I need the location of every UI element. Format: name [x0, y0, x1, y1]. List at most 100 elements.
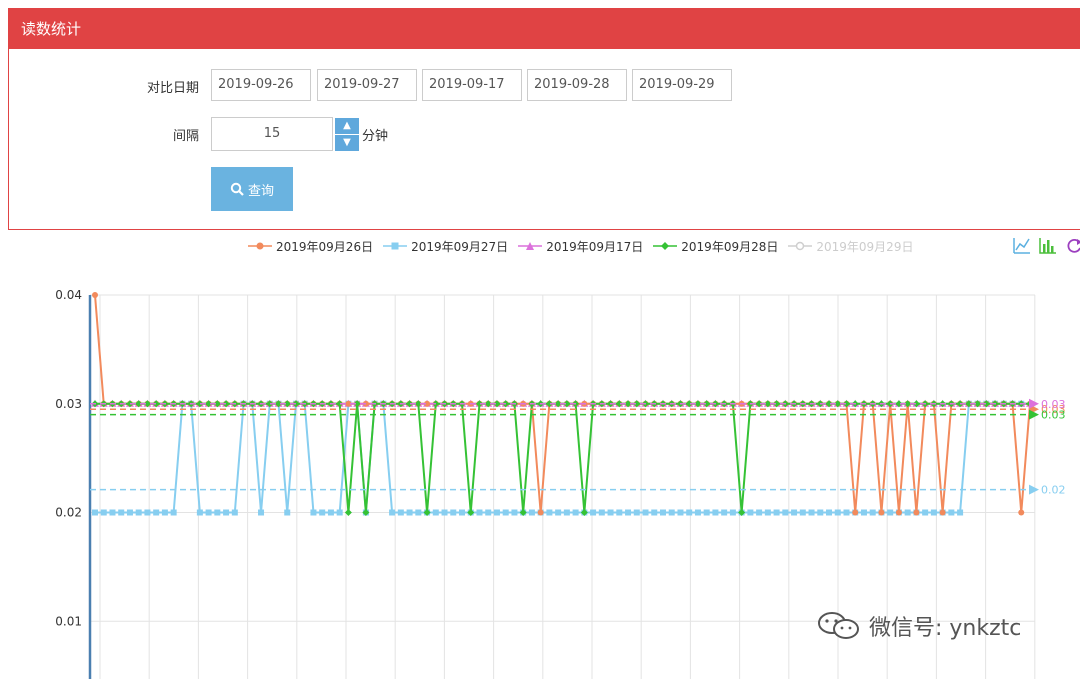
data-point	[729, 509, 736, 516]
interval-increment-button[interactable]: ▲	[335, 118, 359, 134]
interval-decrement-button[interactable]: ▼	[335, 135, 359, 151]
data-point	[826, 509, 833, 516]
data-point	[913, 509, 920, 516]
legend-item-series-4[interactable]: 2019年09月28日	[653, 238, 778, 254]
average-label: 0.03	[1041, 409, 1066, 422]
data-point	[694, 509, 701, 516]
data-point	[336, 509, 343, 516]
data-point	[860, 509, 867, 516]
data-point	[555, 509, 562, 516]
data-point	[808, 509, 815, 516]
data-point	[721, 509, 728, 516]
data-point	[441, 509, 448, 516]
data-point	[511, 509, 518, 516]
data-point	[196, 509, 203, 516]
data-point	[109, 509, 116, 516]
date-input-4[interactable]: 2019-09-28	[527, 69, 627, 101]
legend-label: 2019年09月28日	[681, 239, 779, 254]
y-tick-label: 0.01	[55, 614, 82, 628]
data-point	[773, 509, 780, 516]
data-point	[843, 509, 850, 516]
data-point	[389, 509, 396, 516]
data-point	[799, 509, 806, 516]
data-point	[764, 509, 771, 516]
data-point	[397, 509, 404, 516]
legend-item-series-3[interactable]: 2019年09月17日	[518, 238, 643, 254]
data-point	[616, 509, 623, 516]
data-point	[642, 509, 649, 516]
chevron-up-icon: ▲	[343, 120, 351, 131]
data-point	[415, 509, 422, 516]
data-point	[598, 509, 605, 516]
data-point	[432, 509, 439, 516]
data-point	[1018, 509, 1025, 516]
data-point	[161, 509, 168, 516]
data-point	[144, 509, 151, 516]
data-point	[258, 509, 265, 516]
data-point	[948, 509, 955, 516]
data-point	[537, 509, 544, 516]
date-input-2[interactable]: 2019-09-27	[317, 69, 417, 101]
data-point	[625, 509, 632, 516]
data-point	[563, 509, 570, 516]
legend-label: 2019年09月29日	[816, 239, 914, 254]
data-point	[528, 509, 535, 516]
data-point	[118, 509, 125, 516]
data-point	[887, 509, 894, 516]
y-tick-label: 0.03	[55, 397, 82, 411]
data-point	[659, 509, 666, 516]
average-label: 0.02	[1041, 484, 1066, 497]
interval-unit: 分钟	[362, 129, 389, 144]
data-point	[92, 509, 98, 516]
bar-chart-icon[interactable]	[1038, 236, 1058, 256]
interval-input[interactable]: 15	[211, 117, 333, 151]
line-chart-icon[interactable]	[1012, 236, 1032, 256]
wechat-icon	[818, 612, 859, 639]
query-button[interactable]: 查询	[211, 167, 293, 211]
legend-marker-diamond	[653, 242, 678, 250]
legend-label: 2019年09月26日	[276, 239, 374, 254]
data-point	[310, 509, 317, 516]
date-input-5[interactable]: 2019-09-29	[632, 69, 732, 101]
legend-marker-hollow-circle	[788, 241, 813, 251]
data-point	[852, 509, 859, 516]
data-point	[633, 509, 640, 516]
data-point	[205, 509, 212, 516]
data-point	[214, 509, 221, 516]
legend-marker-triangle	[518, 242, 543, 250]
data-point	[607, 509, 614, 516]
data-point	[782, 509, 789, 516]
y-tick-label: 0.04	[55, 288, 82, 302]
y-tick-label: 0.02	[55, 506, 82, 520]
legend-marker-circle	[248, 242, 272, 250]
data-point	[485, 509, 492, 516]
data-point	[922, 509, 929, 516]
date-input-1[interactable]: 2019-09-26	[211, 69, 311, 101]
legend-item-series-2[interactable]: 2019年09月27日	[383, 238, 508, 254]
data-point	[834, 509, 841, 516]
data-point	[686, 509, 693, 516]
data-point	[459, 509, 466, 516]
data-point	[756, 509, 763, 516]
data-point	[930, 509, 937, 516]
legend-marker-square	[383, 242, 408, 250]
refresh-icon[interactable]	[1064, 236, 1080, 256]
legend-item-series-5[interactable]: 2019年09月29日	[788, 238, 913, 254]
chevron-down-icon: ▼	[343, 137, 351, 148]
data-point	[878, 509, 885, 516]
data-point	[791, 509, 798, 516]
data-point	[406, 509, 413, 516]
date-input-3[interactable]: 2019-09-17	[422, 69, 522, 101]
data-point	[895, 509, 902, 516]
data-point	[668, 509, 675, 516]
data-point	[957, 509, 964, 516]
query-button-label: 查询	[247, 183, 274, 199]
data-point	[572, 509, 579, 516]
data-point	[327, 509, 334, 516]
legend-item-series-1[interactable]: 2019年09月26日	[248, 238, 373, 254]
data-point	[904, 509, 911, 516]
data-point	[493, 509, 500, 516]
search-icon	[230, 182, 244, 196]
chart-toolbox	[1012, 236, 1080, 256]
data-point	[703, 509, 710, 516]
